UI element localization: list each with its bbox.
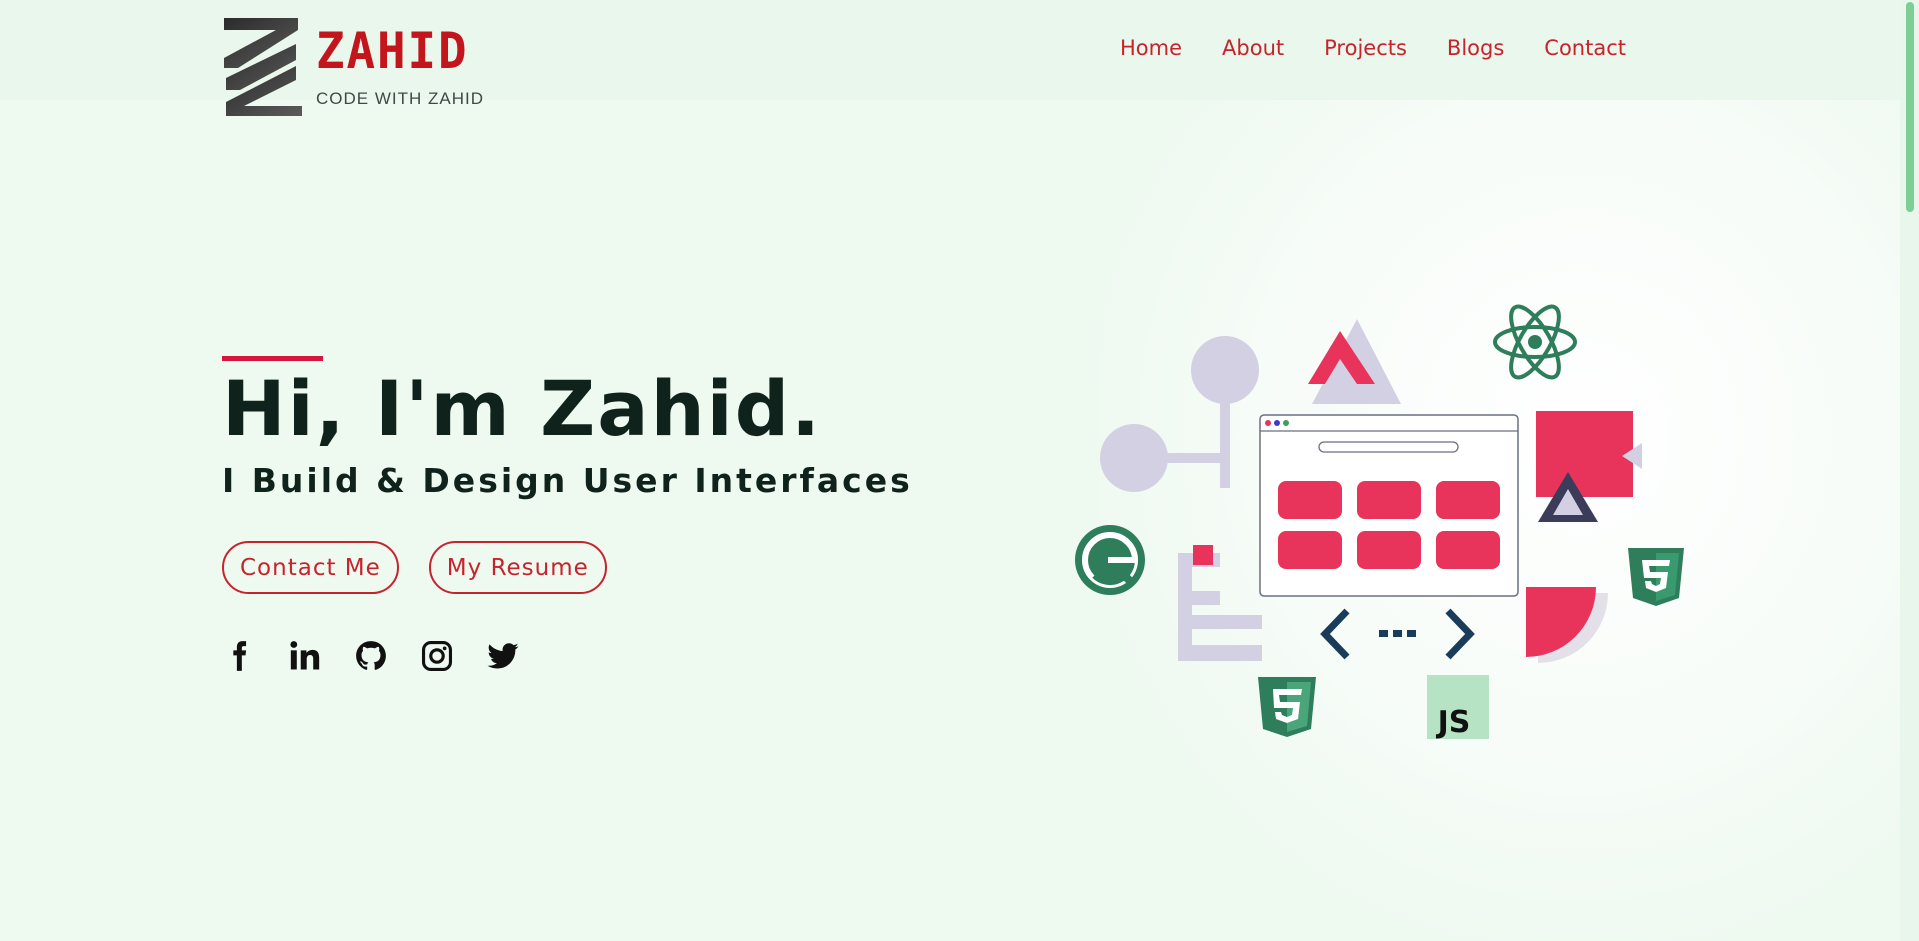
linkedin-link[interactable] [288,639,322,673]
facebook-link[interactable] [222,639,256,673]
instagram-icon [421,640,453,672]
zahid-logo-icon [224,18,302,116]
js-badge-text: JS [1436,705,1471,740]
linkedin-icon [290,641,320,670]
code-brackets-icon [1320,608,1475,660]
browser-window-icon [1259,414,1519,597]
hero-title: Hi, I'm Zahid. [222,364,823,453]
brand-tagline: CODE WITH ZAHID [316,89,484,108]
nav-projects[interactable]: Projects [1324,36,1407,60]
hero-subtitle: I Build & Design User Interfaces [222,461,913,500]
css3-icon [1628,548,1684,606]
social-links [222,639,520,673]
nav-contact[interactable]: Contact [1544,36,1626,60]
github-link[interactable] [354,639,388,673]
github-icon [356,641,386,670]
layout-blocks-icon [1178,545,1262,661]
page-scrollbar[interactable] [1900,0,1919,941]
html5-icon [1258,677,1316,737]
nav-about[interactable]: About [1222,36,1284,60]
hero-buttons: Contact Me My Resume [222,541,607,594]
contact-me-button[interactable]: Contact Me [222,541,399,594]
quarter-circle-shape-icon [1526,587,1608,663]
react-icon [1493,304,1577,380]
gatsby-icon [1075,525,1145,595]
title-accent-line [222,356,323,361]
scrollbar-thumb[interactable] [1906,2,1914,212]
nav-home[interactable]: Home [1120,36,1182,60]
nav-blogs[interactable]: Blogs [1447,36,1504,60]
instagram-link[interactable] [420,639,454,673]
site-header: ZAHID CODE WITH ZAHID Home About Project… [0,0,1900,116]
twitter-icon [487,643,519,669]
triangle-shapes-icon [1308,319,1401,404]
facebook-icon [233,641,247,671]
prisma-shape-icon [1536,411,1642,522]
node-graph-icon [1100,336,1259,492]
my-resume-button[interactable]: My Resume [428,541,607,594]
logo-link[interactable]: ZAHID CODE WITH ZAHID [222,16,492,120]
javascript-icon: JS [1427,675,1489,740]
main-nav: Home About Projects Blogs Contact [1120,36,1626,60]
brand-name: ZAHID [316,22,469,80]
hero-illustration: JS [1075,304,1684,740]
twitter-link[interactable] [486,639,520,673]
hero-section: Hi, I'm Zahid. I Build & Design User Int… [222,356,922,672]
